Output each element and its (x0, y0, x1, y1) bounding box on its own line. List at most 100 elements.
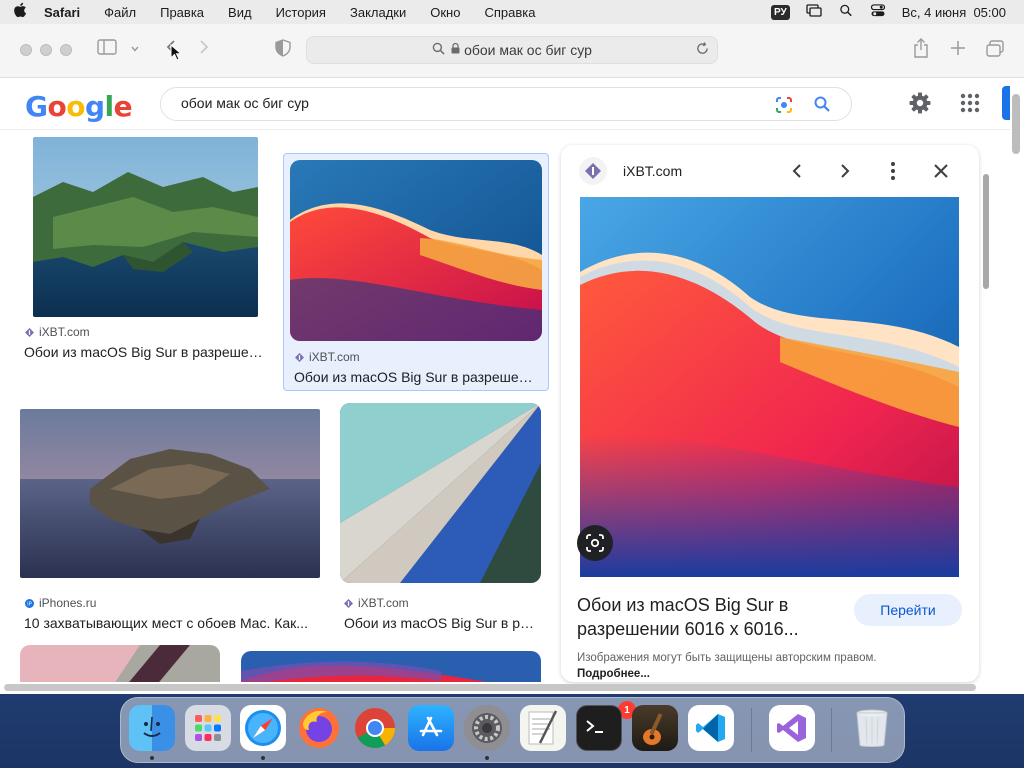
chrome-icon[interactable] (352, 705, 398, 751)
control-center-icon[interactable] (870, 4, 886, 20)
image-result-card[interactable]: iP iPhones.ru 10 захватывающих мест с об… (20, 409, 322, 631)
window-controls (20, 44, 72, 56)
preview-image[interactable] (580, 197, 959, 577)
result-title[interactable]: Обои из macOS Big Sur в разрешении... (344, 615, 540, 631)
account-avatar[interactable] (1002, 86, 1010, 120)
apple-menu-icon[interactable] (0, 2, 40, 22)
image-thumbnail[interactable] (241, 651, 541, 682)
close-icon[interactable] (929, 159, 953, 183)
preview-lens-button[interactable] (577, 525, 613, 561)
textedit-icon[interactable] (520, 705, 566, 751)
image-preview-panel: iXBT.com Обои из macOS Big Sur в разреше… (561, 145, 979, 682)
image-thumbnail[interactable] (33, 137, 258, 317)
safari-icon[interactable] (240, 705, 286, 751)
ixbt-site-icon (295, 352, 304, 362)
google-logo[interactable]: Google (25, 90, 133, 123)
search-submit-icon[interactable] (813, 95, 831, 113)
preview-title[interactable]: Обои из macOS Big Sur в разрешении 6016 … (577, 593, 837, 641)
result-title[interactable]: 10 захватывающих мест с обоев Mac. Как..… (24, 615, 318, 631)
system-settings-icon[interactable] (464, 705, 510, 751)
visit-button[interactable]: Перейти (854, 594, 962, 626)
image-thumbnail[interactable] (340, 403, 541, 583)
privacy-shield-icon[interactable] (275, 39, 291, 61)
image-result-card[interactable] (20, 645, 220, 682)
search-input[interactable] (181, 95, 741, 111)
preview-site-name[interactable]: iXBT.com (623, 163, 682, 179)
launchpad-icon[interactable] (185, 705, 231, 751)
chevron-down-icon[interactable] (130, 41, 140, 58)
image-result-card[interactable]: iXBT.com Обои из macOS Big Sur в разреше… (340, 403, 544, 631)
more-options-icon[interactable] (881, 159, 905, 183)
image-results-grid: iXBT.com Обои из macOS Big Sur в разреше… (0, 130, 556, 682)
lock-icon (451, 42, 460, 57)
close-window-button[interactable] (20, 44, 32, 56)
spotlight-search-icon[interactable] (838, 4, 854, 20)
firefox-icon[interactable] (296, 705, 342, 751)
garageband-icon[interactable] (632, 705, 678, 751)
screen-mirroring-icon[interactable] (806, 4, 822, 20)
address-bar-text: обои мак ос биг сур (464, 42, 592, 58)
finder-icon[interactable] (129, 705, 175, 751)
ixbt-site-icon (25, 327, 34, 337)
image-result-card[interactable]: iXBT.com Обои из macOS Big Sur в разреше… (20, 134, 270, 370)
reload-icon[interactable] (696, 42, 709, 58)
google-header: Google (0, 78, 1010, 130)
menu-bar: Safari Файл Правка Вид История Закладки … (0, 0, 1024, 24)
image-result-card[interactable] (241, 651, 541, 682)
keyboard-layout-badge[interactable]: РУ (771, 4, 790, 20)
image-thumbnail[interactable] (20, 409, 320, 578)
result-title[interactable]: Обои из macOS Big Sur в разрешении 6016 … (294, 369, 538, 385)
dock: 1 (120, 697, 905, 763)
menu-history[interactable]: История (264, 5, 338, 20)
ixbt-site-icon (579, 157, 607, 185)
terminal-icon[interactable] (576, 705, 622, 751)
result-source[interactable]: iXBT.com (25, 325, 90, 339)
result-source[interactable]: iP iPhones.ru (25, 596, 96, 610)
google-search-box (160, 87, 852, 121)
page-vertical-scrollbar[interactable] (1012, 94, 1020, 154)
forward-button[interactable] (198, 39, 210, 59)
learn-more-link[interactable]: Подробнее... (577, 668, 650, 680)
mouse-cursor-icon (170, 43, 183, 67)
result-source[interactable]: iXBT.com (344, 596, 409, 610)
visual-studio-icon[interactable] (769, 705, 815, 751)
search-icon (432, 42, 445, 58)
preview-header: iXBT.com (561, 145, 979, 197)
copyright-notice: Изображения могут быть защищены авторски… (577, 652, 877, 680)
google-lens-icon[interactable] (775, 96, 793, 114)
menu-view[interactable]: Вид (216, 5, 264, 20)
preview-prev-chevron-icon[interactable] (785, 159, 809, 183)
image-thumbnail[interactable] (20, 645, 220, 682)
menu-file[interactable]: Файл (92, 5, 148, 20)
menu-help[interactable]: Справка (472, 5, 547, 20)
app-store-icon[interactable] (408, 705, 454, 751)
ixbt-site-icon (344, 598, 353, 608)
safari-window: обои мак ос биг сур Google обои мак ос б… (0, 24, 1024, 694)
result-source[interactable]: iXBT.com (295, 350, 360, 364)
menu-bookmarks[interactable]: Закладки (338, 5, 418, 20)
tab-overview-icon[interactable] (986, 40, 1004, 62)
preview-next-chevron-icon[interactable] (833, 159, 857, 183)
trash-icon[interactable] (849, 705, 895, 751)
image-thumbnail[interactable] (290, 160, 542, 341)
menu-app-name[interactable]: Safari (40, 5, 92, 20)
image-result-card-selected[interactable]: iXBT.com Обои из macOS Big Sur в разреше… (283, 153, 549, 391)
result-title[interactable]: Обои из macOS Big Sur в разрешении 6016 … (24, 344, 266, 360)
new-tab-icon[interactable] (950, 40, 966, 60)
page-horizontal-scrollbar[interactable] (4, 684, 976, 691)
menu-window[interactable]: Окно (418, 5, 472, 20)
address-bar[interactable]: обои мак ос биг сур (306, 36, 718, 64)
safari-toolbar: обои мак ос биг сур (0, 24, 1024, 78)
zoom-window-button[interactable] (60, 44, 72, 56)
vscode-icon[interactable] (688, 705, 734, 751)
preview-scrollbar[interactable] (982, 174, 990, 674)
svg-text:iP: iP (27, 601, 32, 607)
iphones-site-icon: iP (25, 598, 34, 608)
minimize-window-button[interactable] (40, 44, 52, 56)
google-apps-grid-icon[interactable] (960, 93, 980, 113)
sidebar-toggle-icon[interactable] (97, 39, 117, 59)
menu-edit[interactable]: Правка (148, 5, 216, 20)
settings-gear-icon[interactable] (908, 91, 932, 115)
menubar-clock[interactable]: Вс, 4 июня 05:00 (902, 5, 1006, 20)
share-icon[interactable] (912, 38, 930, 62)
